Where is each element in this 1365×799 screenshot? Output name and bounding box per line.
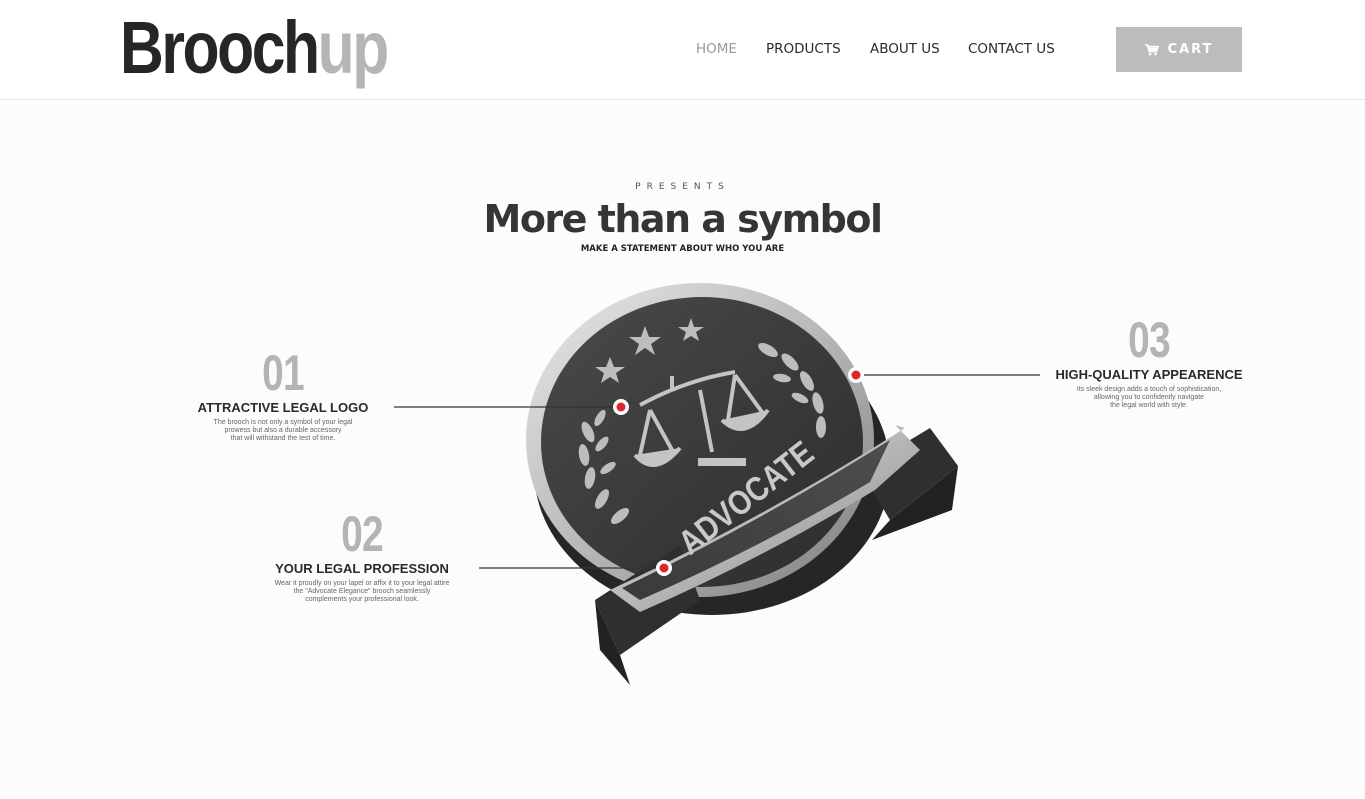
- feature-number: 03: [1128, 312, 1171, 368]
- hotspot-03[interactable]: [848, 367, 864, 383]
- feature-number: 01: [262, 345, 305, 401]
- feature-number: 02: [341, 506, 384, 562]
- feature-01: 01 ATTRACTIVE LEGAL LOGO The brooch is n…: [168, 348, 398, 443]
- feature-description: The brooch is not only a symbol of your …: [213, 419, 353, 442]
- feature-description: Its sleek design adds a touch of sophist…: [1076, 386, 1222, 409]
- hotspot-01[interactable]: [613, 399, 629, 415]
- feature-title: ATTRACTIVE LEGAL LOGO: [197, 400, 369, 415]
- feature-03: 03 HIGH-QUALITY APPEARENCE Its sleek des…: [1034, 315, 1264, 410]
- hotspot-02[interactable]: [656, 560, 672, 576]
- feature-02: 02 YOUR LEGAL PROFESSION Wear it proudly…: [247, 509, 477, 604]
- feature-title: YOUR LEGAL PROFESSION: [275, 561, 449, 576]
- feature-title: HIGH-QUALITY APPEARENCE: [1055, 367, 1243, 382]
- feature-description: Wear it proudly on your lapel or affix i…: [274, 580, 450, 603]
